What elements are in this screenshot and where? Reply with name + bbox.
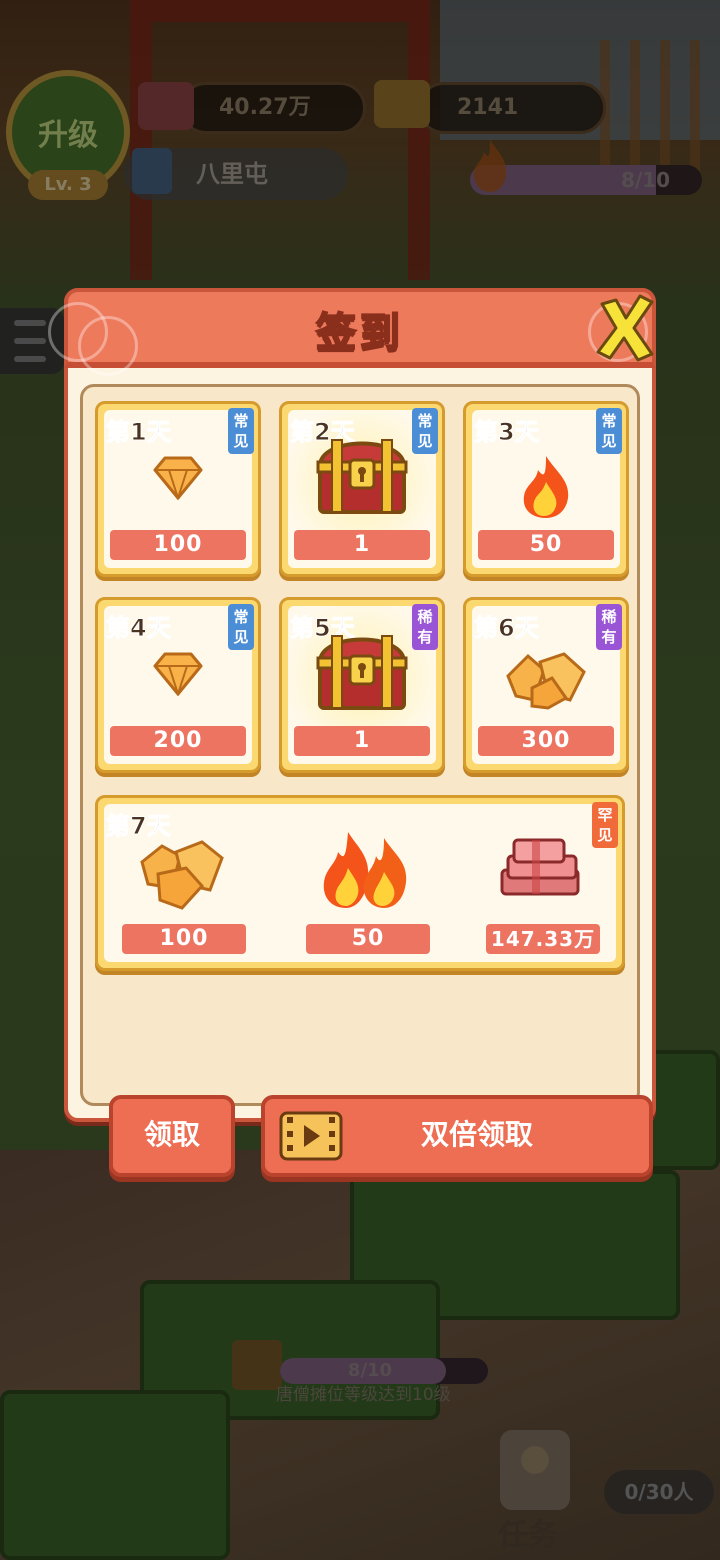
treasure-chest-icon <box>312 426 412 522</box>
reward-amount: 100 <box>122 924 246 954</box>
gem-pile-icon <box>140 840 224 910</box>
reward-amount: 50 <box>306 924 430 954</box>
dialog-header: 签到 <box>48 288 656 376</box>
rarity-badge: 常见 <box>228 604 254 650</box>
day7-reward-gems: 100 <box>114 822 254 962</box>
reward-amount: 50 <box>478 530 614 560</box>
fire-icon <box>518 454 574 524</box>
rarity-badge: 稀有 <box>596 604 622 650</box>
reward-amount: 200 <box>110 726 246 756</box>
day-label: 第6天 <box>474 614 540 643</box>
rarity-badge: 稀有 <box>412 604 438 650</box>
day-label: 第4天 <box>106 614 172 643</box>
day-card[interactable]: 第5天 稀有 1 <box>279 597 445 773</box>
day-card[interactable]: 第6天 稀有 300 <box>463 597 629 773</box>
rarity-badge: 常见 <box>596 408 622 454</box>
gem-pile-icon <box>504 648 588 714</box>
double-fire-icon <box>323 832 407 908</box>
day-card[interactable]: 第4天 常见 200 <box>95 597 261 773</box>
day-card[interactable]: 第2天 常见 1 <box>279 401 445 577</box>
treasure-chest-icon <box>312 622 412 718</box>
double-claim-label: 双倍领取 <box>420 1118 533 1151</box>
day7-reward-cash: 147.33万 <box>478 822 608 962</box>
day7-card[interactable]: 第7天 罕见 100 50 147.33万 <box>95 795 625 971</box>
cash-stack-icon <box>500 838 580 896</box>
reward-amount: 1 <box>294 530 430 560</box>
reward-panel: 第1天 常见 100 第2天 常见 1 第3天 常见 50 第4天 常见 200 第5天 稀有 1 第6天 稀有… <box>80 384 653 1177</box>
day-label: 第3天 <box>474 418 540 447</box>
reward-amount: 100 <box>110 530 246 560</box>
gem-icon <box>153 650 203 700</box>
dialog-title: 签到 <box>315 309 404 357</box>
day7-reward-fire: 50 <box>298 822 438 962</box>
signin-dialog: 签到 第1天 常见 100 第2天 常见 1 第3天 常见 50 第4天 常见 200 第5天 稀有 1 第6… <box>48 288 656 1177</box>
reward-amount: 1 <box>294 726 430 756</box>
double-claim-button[interactable]: 双倍领取 <box>261 1095 653 1177</box>
close-icon[interactable] <box>594 294 656 364</box>
claim-button[interactable]: 领取 <box>109 1095 235 1177</box>
reward-amount: 147.33万 <box>486 924 600 954</box>
day-card[interactable]: 第1天 常见 100 <box>95 401 261 577</box>
reward-amount: 300 <box>478 726 614 756</box>
rarity-badge: 常见 <box>412 408 438 454</box>
claim-button-label: 领取 <box>143 1118 200 1151</box>
gem-icon <box>153 454 203 504</box>
day-card[interactable]: 第3天 常见 50 <box>463 401 629 577</box>
video-ad-icon <box>279 1111 343 1161</box>
day-label: 第1天 <box>106 418 172 447</box>
rarity-badge: 常见 <box>228 408 254 454</box>
